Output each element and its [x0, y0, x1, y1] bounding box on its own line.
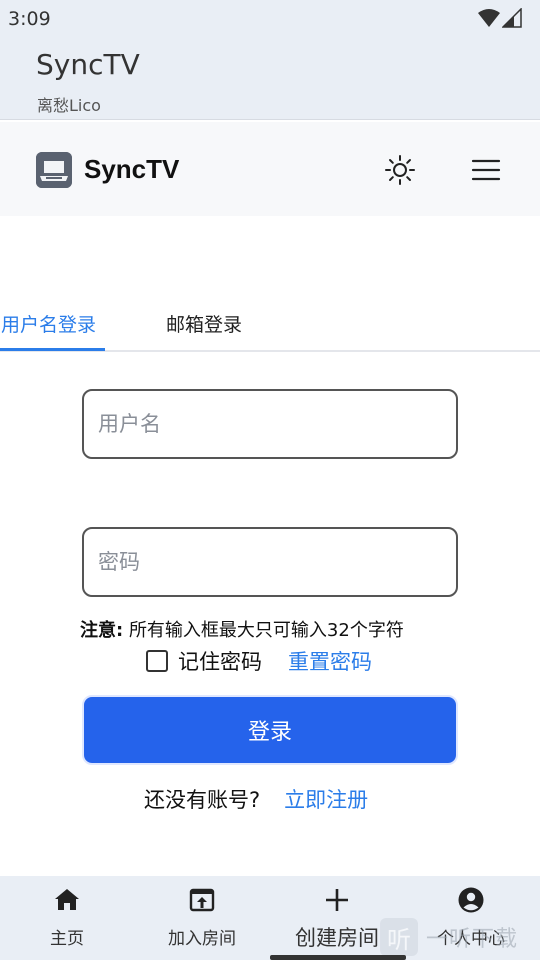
- note-text: 所有输入框最大只可输入32个字符: [128, 620, 404, 641]
- remember-checkbox[interactable]: [146, 650, 168, 672]
- status-time: 3:09: [8, 8, 51, 30]
- remember-row: 记住密码 重置密码: [146, 646, 372, 676]
- plus-icon: [326, 889, 348, 911]
- menu-button[interactable]: [470, 156, 502, 184]
- watermark-text: 一听下载: [426, 927, 519, 952]
- reset-password-link[interactable]: 重置密码: [288, 646, 372, 676]
- account-icon: [458, 887, 484, 913]
- signup-row: 还没有账号? 立即注册: [144, 784, 368, 814]
- note-label: 注意:: [80, 620, 124, 641]
- watermark-badge: 听: [380, 918, 418, 956]
- app-title: SyncTV: [36, 48, 140, 81]
- watermark: 听 一听下载: [380, 914, 540, 960]
- home-indicator: [270, 955, 406, 960]
- sun-icon: [385, 155, 415, 185]
- tab-username-login[interactable]: 用户名登录: [1, 310, 96, 337]
- username-input[interactable]: [84, 391, 456, 457]
- tab-email-login[interactable]: 邮箱登录: [166, 310, 242, 337]
- status-bar: 3:09: [0, 0, 540, 36]
- input-length-note: 注意: 所有输入框最大只可输入32个字符: [80, 616, 404, 642]
- remember-label[interactable]: 记住密码: [178, 646, 262, 676]
- brand-name[interactable]: SyncTV: [84, 154, 179, 185]
- logo-icon[interactable]: [36, 152, 72, 188]
- password-field: [82, 527, 458, 597]
- nav-label-create-room: 创建房间: [295, 926, 379, 950]
- theme-toggle-button[interactable]: [384, 154, 416, 186]
- app-subtitle: 离愁Lico: [37, 96, 101, 115]
- password-input[interactable]: [84, 529, 456, 595]
- home-icon: [55, 889, 79, 910]
- hamburger-icon: [471, 159, 501, 181]
- login-tabs: 用户名登录 邮箱登录: [0, 300, 540, 352]
- site-navbar: SyncTV: [0, 122, 540, 216]
- nav-item-create-room[interactable]: 创建房间: [277, 886, 397, 952]
- nav-item-home[interactable]: 主页: [7, 886, 127, 949]
- signup-prompt: 还没有账号?: [144, 788, 261, 812]
- status-icons: [478, 8, 522, 28]
- join-room-icon: [189, 888, 215, 912]
- signup-link[interactable]: 立即注册: [284, 784, 368, 814]
- nav-item-join-room[interactable]: 加入房间: [142, 886, 262, 949]
- nav-label-join-room: 加入房间: [168, 929, 236, 949]
- app-header: SyncTV 离愁Lico: [0, 36, 540, 120]
- wifi-icon: [478, 9, 500, 27]
- signal-icon: [502, 8, 522, 28]
- login-button[interactable]: 登录: [82, 695, 458, 765]
- active-tab-indicator: [0, 348, 105, 351]
- username-field: [82, 389, 458, 459]
- nav-label-home: 主页: [50, 929, 84, 949]
